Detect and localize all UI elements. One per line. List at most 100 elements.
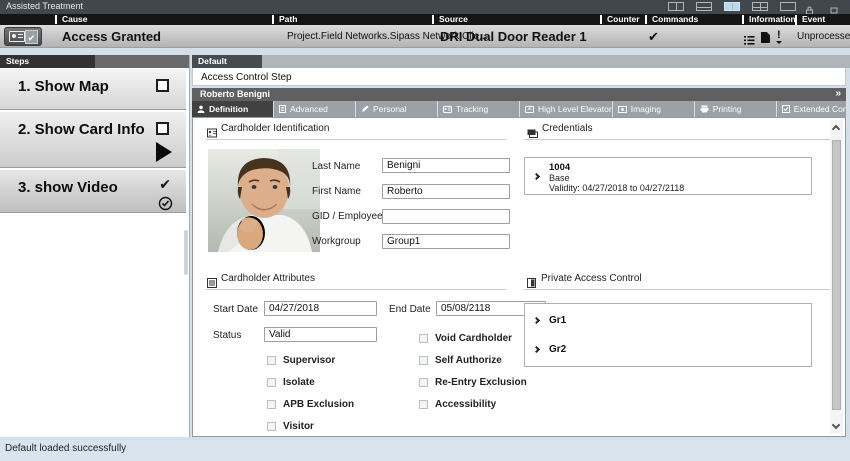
step-item-show-video[interactable]: 3. show Video ✔ [0, 169, 186, 213]
layout-rows-icon[interactable] [696, 2, 712, 11]
col-source[interactable]: Source [432, 15, 468, 24]
door-icon [527, 275, 536, 293]
event-document-icon[interactable] [761, 32, 770, 43]
scroll-up-icon[interactable] [832, 125, 840, 133]
layout-split-icon[interactable] [668, 2, 684, 11]
card-icon [443, 106, 452, 113]
event-list-icon[interactable] [744, 32, 755, 50]
tab-printing[interactable]: Printing [695, 101, 776, 117]
cardholder-photo [208, 149, 320, 257]
tab-definition[interactable]: Definition [192, 101, 273, 117]
checkbox-label: Visitor [283, 421, 314, 432]
checkbox-label: Void Cardholder [435, 333, 512, 344]
col-information[interactable]: Information [742, 15, 796, 24]
step-running-play-icon [156, 142, 172, 162]
app-title: Assisted Treatment [6, 1, 83, 11]
pen-icon [361, 105, 369, 113]
layout-single-icon[interactable] [780, 2, 796, 11]
tab-personal[interactable]: Personal [356, 101, 437, 117]
layout-current-icon[interactable] [724, 2, 740, 11]
event-row[interactable]: ✔ Access Granted Project.Field Networks.… [0, 25, 850, 48]
field-label: First Name [312, 186, 361, 197]
checkbox-label: Accessibility [435, 399, 496, 410]
field-label: Last Name [312, 161, 360, 172]
checkbox-re-entry-exclusion[interactable] [419, 378, 428, 387]
section-title-attributes: Cardholder Attributes [221, 273, 315, 284]
steps-panel-header: Steps [0, 55, 189, 68]
person-icon [197, 105, 205, 113]
status-input[interactable]: Valid [264, 327, 377, 342]
event-alert-dropdown-icon[interactable]: ! [777, 29, 781, 41]
section-title-identification: Cardholder Identification [221, 123, 329, 134]
steps-scrollbar[interactable] [184, 230, 188, 275]
workgroup-input[interactable]: Group1 [382, 234, 510, 249]
tab-advanced[interactable]: Advanced [274, 101, 355, 117]
tab-tracking[interactable]: Tracking [438, 101, 519, 117]
step-checkbox[interactable] [156, 79, 169, 92]
step-label: 1. Show Map [18, 78, 109, 95]
section-title-credentials: Credentials [542, 123, 593, 134]
access-group-gr1[interactable]: Gr1 [549, 315, 566, 326]
checkbox-self-authorize[interactable] [419, 356, 428, 365]
checkbox-label: Re-Entry Exclusion [435, 377, 527, 388]
expand-chevron-icon[interactable] [533, 346, 540, 353]
checkbox-label: APB Exclusion [283, 399, 354, 410]
expand-chevron-icon[interactable] [533, 317, 540, 324]
scrollbar-thumb[interactable] [832, 140, 841, 410]
step-done-check-icon: ✔ [159, 176, 171, 193]
checkbox-accessibility[interactable] [419, 400, 428, 409]
scroll-down-icon[interactable] [832, 421, 840, 429]
cardholder-title-bar: Roberto Benigni » [192, 88, 846, 101]
cardholder-name: Roberto Benigni [200, 89, 270, 99]
overflow-chevrons-icon[interactable]: » [835, 88, 841, 99]
tab-extended-control[interactable]: Extended Control [777, 101, 846, 117]
credentials-icon [527, 125, 538, 143]
access-control-step-label: Access Control Step [201, 72, 292, 83]
col-counter[interactable]: Counter [600, 15, 640, 24]
start-date-input[interactable]: 04/27/2018 [264, 301, 377, 316]
steps-panel: Steps 1. Show Map 2. Show Card Info 3. s… [0, 55, 190, 437]
credential-validity: Validity: 04/27/2018 to 04/27/2118 [549, 183, 684, 193]
step-item-show-map[interactable]: 1. Show Map [0, 68, 186, 110]
status-message: Default loaded successfully [5, 443, 126, 454]
steps-panel-tab[interactable]: Steps [0, 55, 95, 68]
title-bar: Assisted Treatment [0, 0, 850, 14]
tab-imaging[interactable]: Imaging [613, 101, 694, 117]
step-confirmed-icon[interactable] [158, 196, 173, 216]
checkbox-apb-exclusion[interactable] [267, 400, 276, 409]
tab-high-level-elevator[interactable]: High Level Elevator [520, 101, 612, 117]
layout-columns-icon[interactable] [752, 2, 768, 11]
checkbox-label: Self Authorize [435, 355, 502, 366]
printer-icon [700, 105, 709, 113]
col-cause[interactable]: Cause [55, 15, 88, 24]
attributes-icon [207, 275, 217, 293]
col-commands[interactable]: Commands [645, 15, 698, 24]
event-cause: Access Granted [62, 29, 161, 44]
status-label: Status [213, 330, 241, 341]
event-source: DRI Dual Door Reader 1 [440, 29, 587, 44]
access-control-step-bar: Access Control Step [192, 68, 846, 86]
commands-check-icon[interactable]: ✔ [648, 29, 659, 45]
lock-icon[interactable] [805, 2, 814, 11]
checkbox-void-cardholder[interactable] [419, 334, 428, 343]
start-date-label: Start Date [213, 304, 258, 315]
content-scrollbar[interactable] [830, 120, 843, 434]
access-group-gr2[interactable]: Gr2 [549, 344, 566, 355]
checkbox-visitor[interactable] [267, 422, 276, 431]
step-checkbox[interactable] [156, 122, 169, 135]
definition-page: Cardholder Identification Las [192, 117, 846, 437]
card-up-icon [525, 106, 534, 113]
gid-input[interactable] [382, 209, 510, 224]
checkbox-supervisor[interactable] [267, 356, 276, 365]
expand-chevron-icon[interactable] [533, 173, 540, 180]
event-column-header: Cause Path Source Counter Commands Infor… [0, 14, 850, 25]
step-item-show-card-info[interactable]: 2. Show Card Info [0, 111, 186, 168]
restore-window-icon[interactable] [830, 2, 839, 11]
first-name-input[interactable]: Roberto [382, 184, 510, 199]
workspace-tab-default[interactable]: Default [192, 55, 262, 68]
checkbox-isolate[interactable] [267, 378, 276, 387]
last-name-input[interactable]: Benigni [382, 158, 510, 173]
credential-card[interactable]: 1004 Base Validity: 04/27/2018 to 04/27/… [524, 157, 812, 195]
col-path[interactable]: Path [272, 15, 297, 24]
field-label: Workgroup [312, 236, 361, 247]
